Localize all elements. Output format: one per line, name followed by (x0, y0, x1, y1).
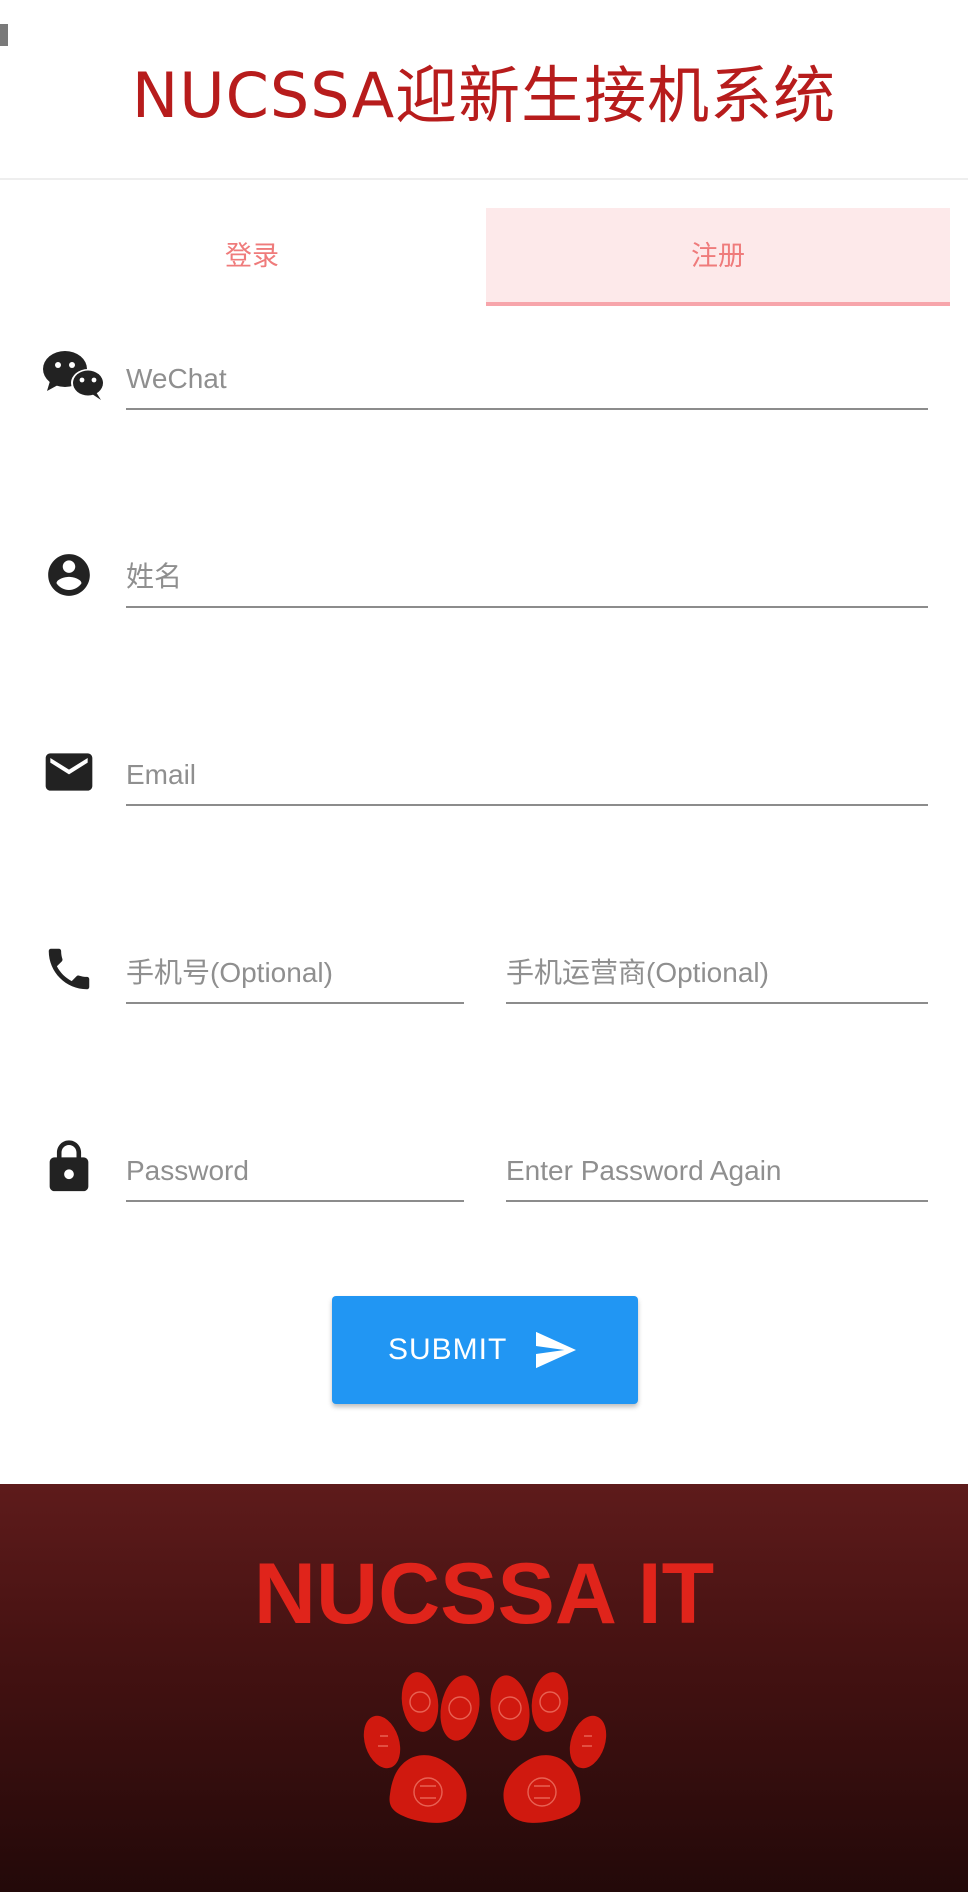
mail-icon (45, 753, 93, 791)
password-again-input[interactable] (506, 1142, 928, 1202)
password-input[interactable] (126, 1142, 464, 1202)
phone-input[interactable] (126, 944, 464, 1004)
submit-label: SUBMIT (388, 1333, 508, 1366)
wechat-input[interactable] (126, 350, 928, 410)
footer-title: NUCSSA IT (253, 1546, 715, 1642)
email-input[interactable] (126, 746, 928, 806)
phone-field (126, 944, 464, 1004)
paw-logo (363, 1672, 607, 1823)
auth-tabs: 登录 注册 (0, 208, 968, 306)
wechat-icon (43, 351, 105, 400)
send-icon (536, 1331, 576, 1369)
app-header: NUCSSA迎新生接机系统 (0, 0, 968, 180)
page-title: NUCSSA迎新生接机系统 (131, 59, 837, 132)
name-field (126, 548, 928, 608)
password-again-field (506, 1142, 928, 1202)
tab-register[interactable]: 注册 (486, 208, 950, 306)
name-input[interactable] (126, 548, 928, 608)
lock-icon (49, 1140, 89, 1192)
carrier-input[interactable] (506, 944, 928, 1004)
footer: NUCSSA IT (0, 1484, 968, 1892)
carrier-field (506, 944, 928, 1004)
account-circle-icon (48, 554, 90, 596)
tab-login[interactable]: 登录 (20, 208, 484, 306)
email-field (126, 746, 928, 806)
password-field (126, 1142, 464, 1202)
submit-button[interactable]: SUBMIT (332, 1296, 638, 1404)
wechat-field (126, 350, 928, 410)
phone-icon (48, 948, 90, 990)
